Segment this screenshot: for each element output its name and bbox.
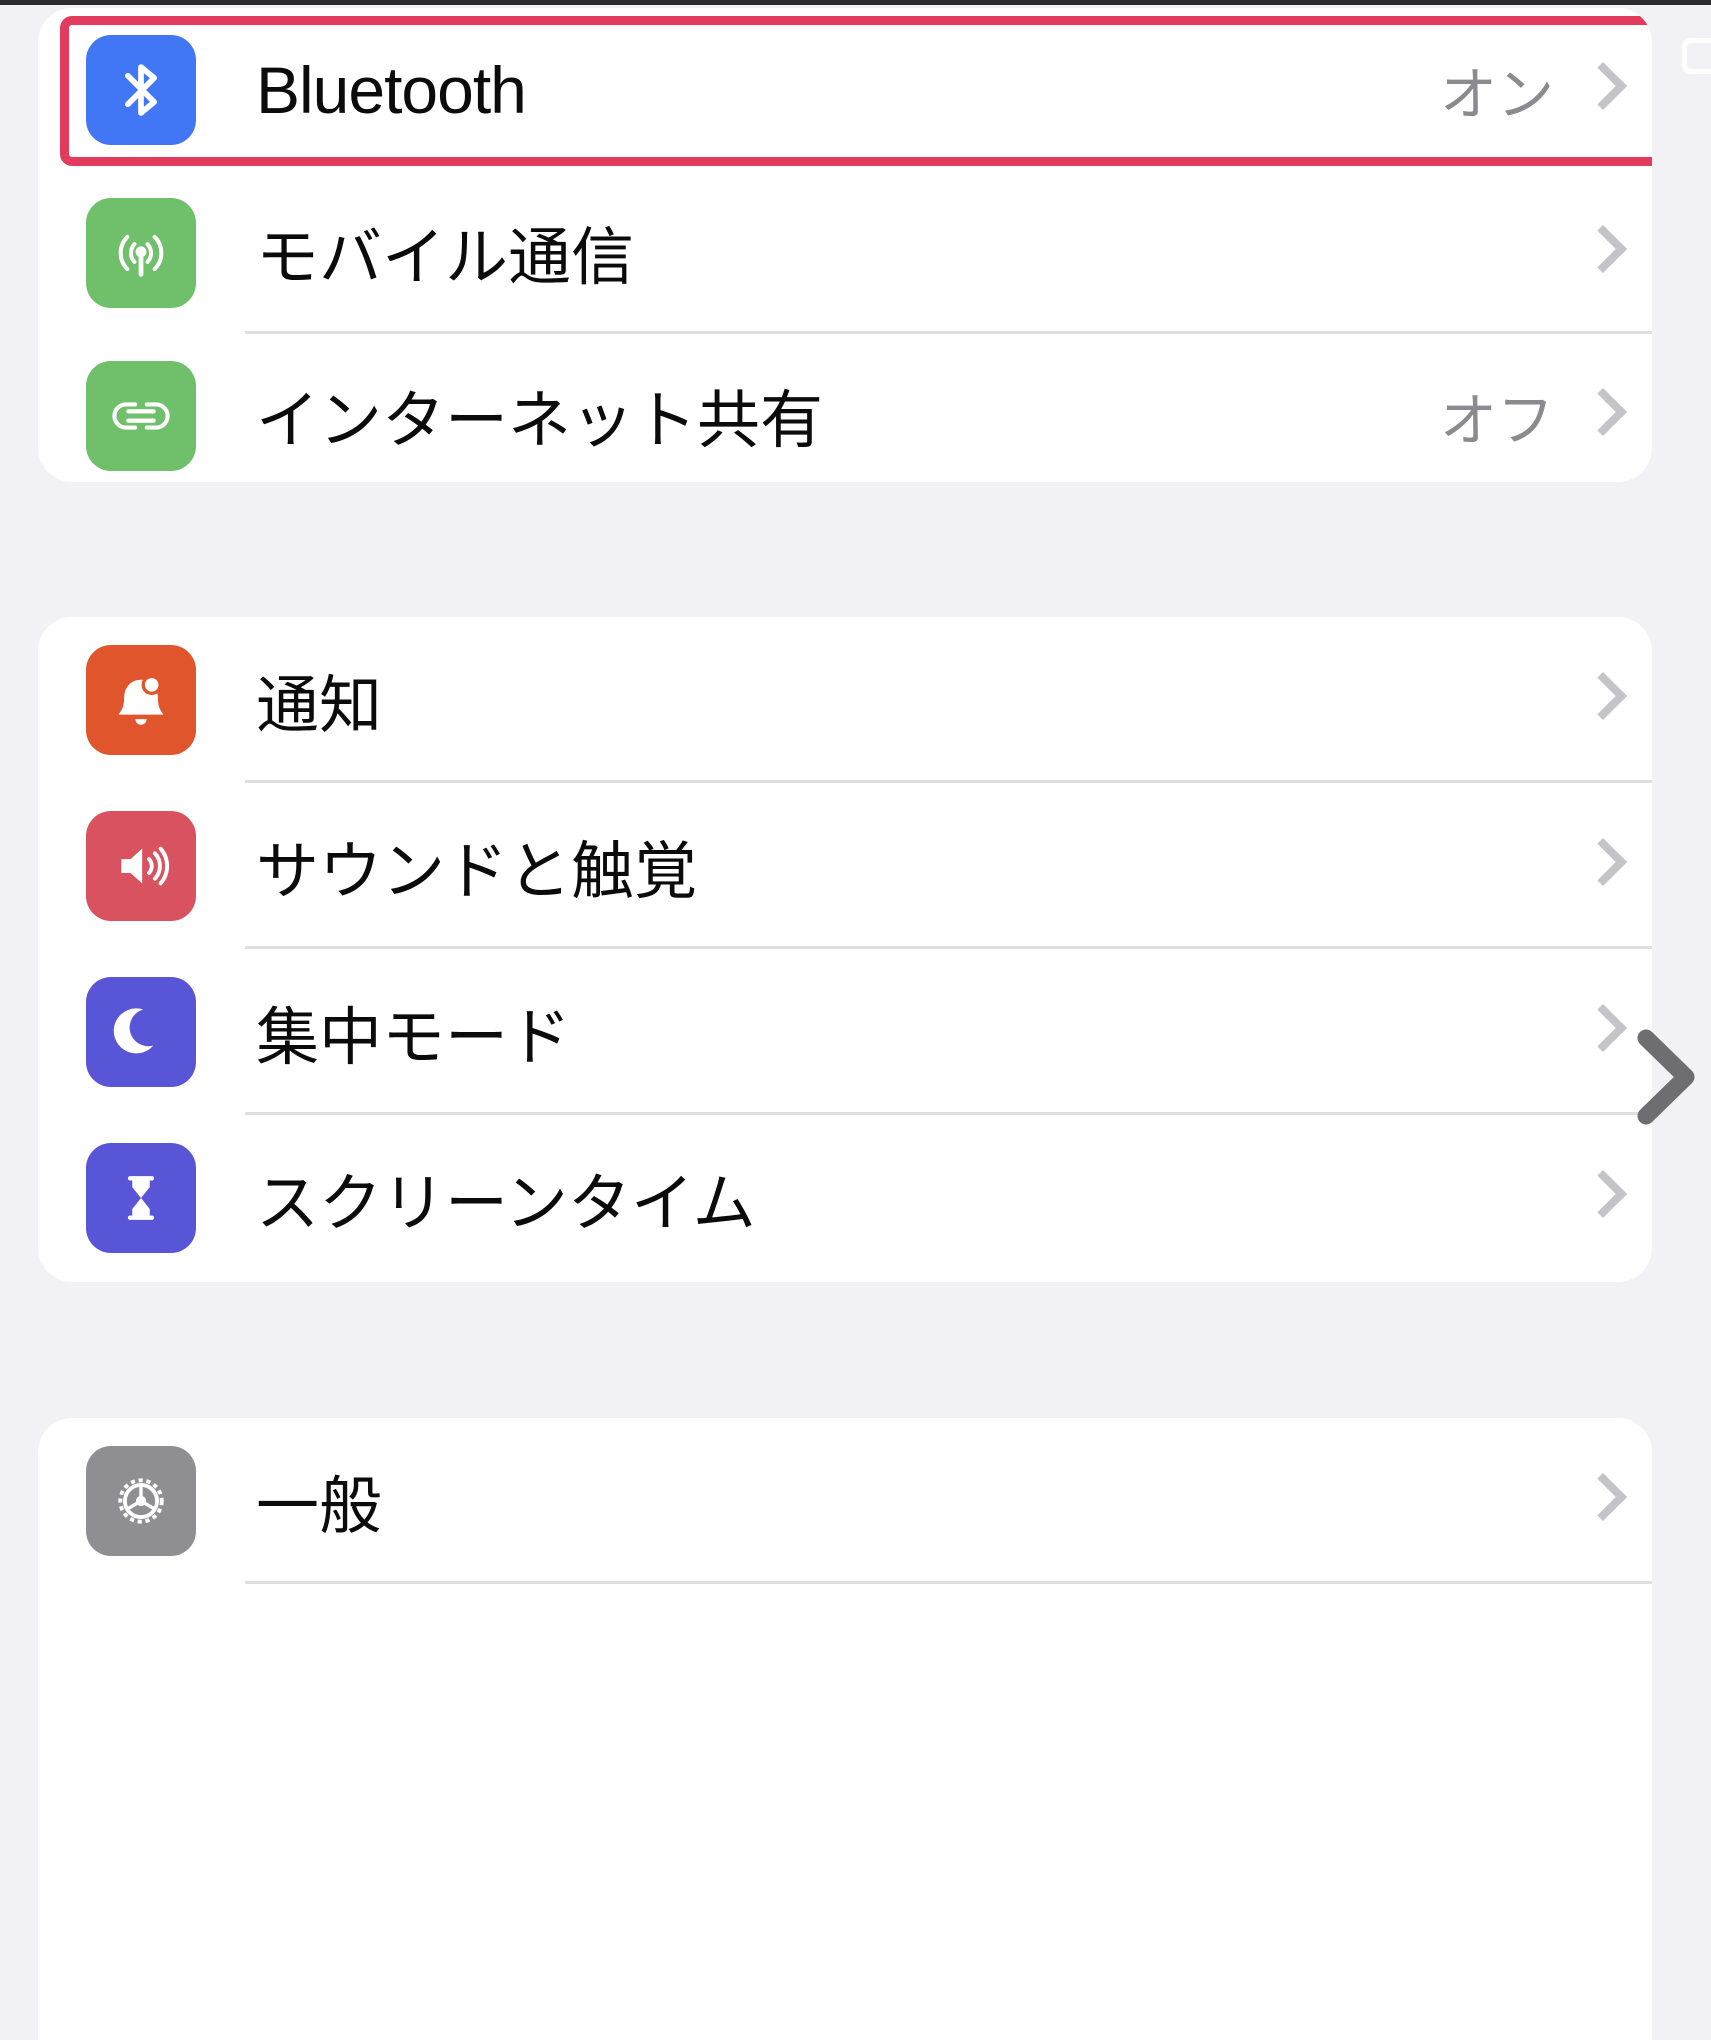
settings-row-general[interactable]: 一般 [38,1418,1652,1584]
chevron-right-icon [1584,1471,1618,1531]
bell-icon [86,645,196,755]
settings-screen: Bluetooth オン モバイル通信 インターネット共有 オフ 通知 サウンド… [0,0,1711,2040]
settings-row-label: モバイル通信 [256,223,634,293]
chevron-right-icon [1584,60,1618,120]
settings-row-label: インターネット共有 [256,386,823,456]
chevron-right-icon [1584,670,1618,730]
hotspot-link-icon [86,360,196,471]
settings-row-focus[interactable]: 集中モード [38,949,1652,1115]
chevron-right-icon [1584,1168,1618,1228]
row-divider [245,1581,1652,1584]
speaker-wave-icon [86,811,196,921]
settings-row-cellular[interactable]: モバイル通信 [38,171,1652,334]
settings-row-label: Bluetooth [256,52,527,127]
pointer-chevron-icon [1622,1022,1710,1132]
settings-row-label: スクリーンタイム [256,1168,756,1239]
crescent-moon-icon [86,977,196,1087]
gear-icon [86,1446,196,1556]
chevron-right-icon [1584,386,1618,446]
chevron-right-icon [1584,223,1618,283]
status-bar-strip [0,0,1711,5]
settings-row-label: 一般 [256,1471,382,1542]
bluetooth-status-value: オン [1440,62,1554,127]
cellular-antenna-icon [86,197,196,308]
hourglass-icon [86,1143,196,1253]
settings-row-personal-hotspot[interactable]: インターネット共有 オフ [38,334,1652,482]
settings-group-system: 一般 [38,1418,1652,2040]
settings-group-alerts: 通知 サウンドと触覚 集中モード スクリーンタイム [38,617,1652,1282]
settings-row-label: サウンドと触覚 [256,836,697,907]
settings-group-connectivity: Bluetooth オン モバイル通信 インターネット共有 オフ [38,8,1652,482]
chevron-right-icon [1584,1002,1618,1062]
hotspot-status-value: オフ [1440,388,1554,453]
settings-row-sounds-haptics[interactable]: サウンドと触覚 [38,783,1652,949]
settings-row-label: 集中モード [256,1002,571,1073]
settings-row-screen-time[interactable]: スクリーンタイム [38,1115,1652,1281]
chevron-right-icon [1584,836,1618,896]
settings-row-notifications[interactable]: 通知 [38,617,1652,783]
bluetooth-icon [86,34,196,145]
settings-row-label: 通知 [256,670,382,741]
settings-row-bluetooth[interactable]: Bluetooth オン [38,8,1652,171]
offscreen-square-outline-icon [1682,38,1711,74]
